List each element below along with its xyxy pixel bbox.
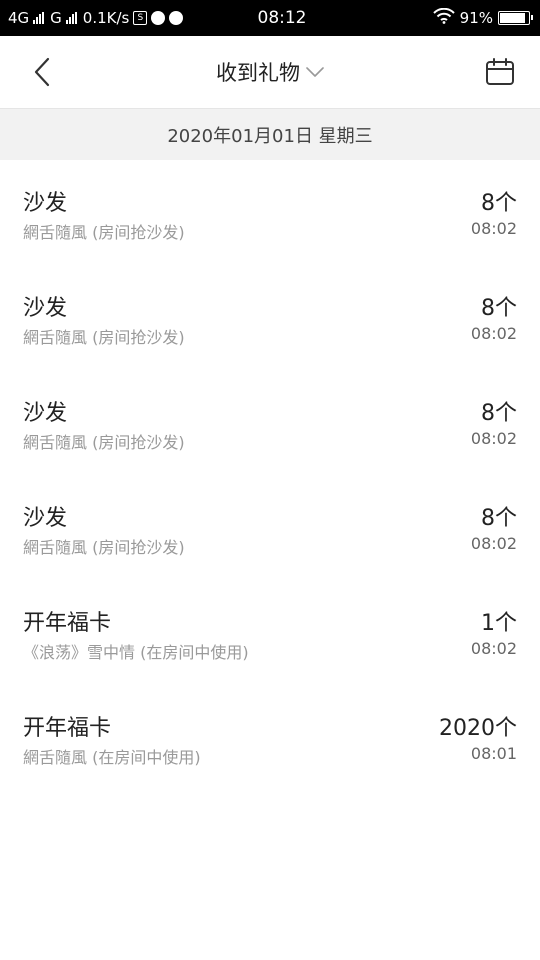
gift-count: 8个 (481, 296, 517, 321)
gift-count: 2020个 (439, 716, 517, 741)
gift-name: 沙发 (23, 296, 68, 321)
gift-time: 08:02 (470, 639, 517, 658)
wifi-icon (432, 7, 455, 28)
gift-sender: 《浪荡》雪中情 (在房间中使用) (23, 643, 249, 662)
list-item[interactable]: 沙发 網舌隨風 (房间抢沙发) 8个 08:02 (0, 475, 540, 580)
list-item[interactable]: 沙发 網舌隨風 (房间抢沙发) 8个 08:02 (0, 265, 540, 370)
gift-sender: 網舌隨風 (房间抢沙发) (23, 328, 185, 347)
list-item[interactable]: 沙发 網舌隨風 (房间抢沙发) 8个 08:02 (0, 160, 540, 265)
status-bar: 4G G 0.1K/s S 08:12 91% (0, 0, 540, 36)
gift-list: 沙发 網舌隨風 (房间抢沙发) 8个 08:02 沙发 網舌隨風 (房间抢沙发)… (0, 160, 540, 790)
gift-name: 沙发 (23, 401, 68, 426)
gift-count: 8个 (481, 401, 517, 426)
gift-name: 开年福卡 (23, 716, 112, 741)
calendar-button[interactable] (482, 54, 518, 90)
list-item[interactable]: 开年福卡 網舌隨風 (在房间中使用) 2020个 08:01 (0, 685, 540, 790)
gift-time: 08:02 (470, 219, 517, 238)
status-left: 4G G 0.1K/s S (8, 0, 184, 36)
status-right: 91% (432, 0, 533, 36)
gift-name: 沙发 (23, 191, 68, 216)
signal-icon (33, 12, 45, 24)
network-g-label: G (50, 9, 62, 27)
page-title-dropdown[interactable]: 收到礼物 (0, 36, 540, 108)
gift-sender: 網舌隨風 (在房间中使用) (23, 748, 201, 767)
calendar-icon (486, 58, 514, 85)
battery-percent: 91% (459, 9, 493, 27)
list-item[interactable]: 沙发 網舌隨風 (房间抢沙发) 8个 08:02 (0, 370, 540, 475)
gift-count: 8个 (481, 191, 517, 216)
gift-time: 08:01 (470, 744, 517, 763)
list-item[interactable]: 开年福卡 《浪荡》雪中情 (在房间中使用) 1个 08:02 (0, 580, 540, 685)
gift-time: 08:02 (470, 534, 517, 553)
network-speed: 0.1K/s (82, 9, 130, 27)
nav-bar: 收到礼物 (0, 36, 540, 109)
gift-name: 沙发 (23, 506, 68, 531)
date-label: 2020年01月01日 星期三 (167, 125, 373, 147)
date-section-header: 2020年01月01日 星期三 (0, 109, 540, 160)
gift-time: 08:02 (470, 324, 517, 343)
gift-sender: 網舌隨風 (房间抢沙发) (23, 223, 185, 242)
signal-icon-2 (65, 12, 77, 24)
gift-time: 08:02 (470, 429, 517, 448)
gift-count: 8个 (481, 506, 517, 531)
app-notification-icon (151, 11, 166, 25)
gift-count: 1个 (481, 611, 517, 636)
s-app-icon: S (133, 11, 148, 25)
status-time: 08:12 (257, 8, 307, 28)
gift-sender: 網舌隨風 (房间抢沙发) (23, 433, 185, 452)
chevron-down-icon (306, 67, 324, 77)
gift-sender: 網舌隨風 (房间抢沙发) (23, 538, 185, 557)
page-title: 收到礼物 (216, 61, 300, 85)
app-notification-icon-2 (169, 11, 184, 25)
battery-icon (498, 11, 533, 25)
gift-name: 开年福卡 (23, 611, 112, 636)
network-4g-label: 4G (8, 9, 30, 27)
